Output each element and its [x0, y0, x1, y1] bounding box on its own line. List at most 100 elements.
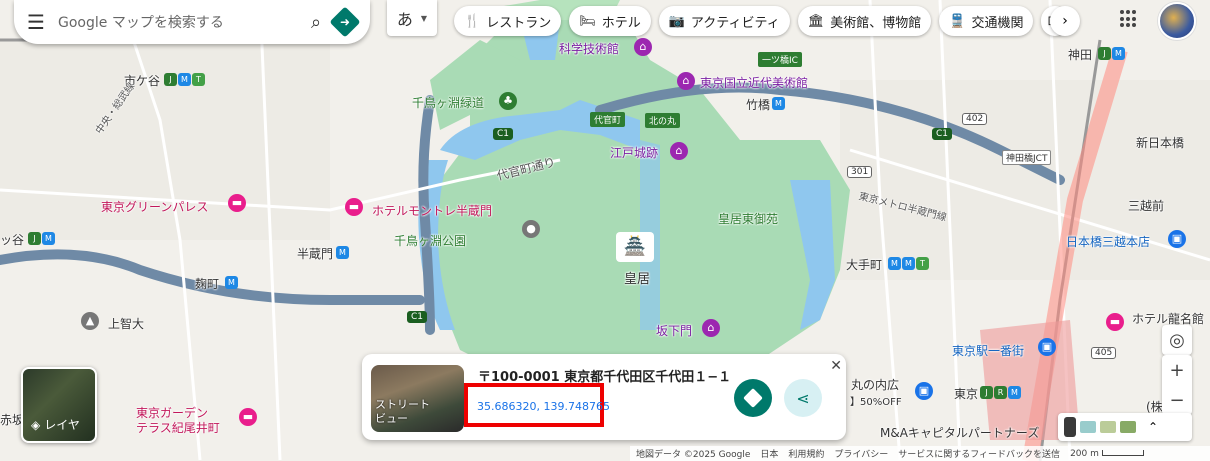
- station-icon: M: [336, 246, 349, 260]
- museum-icon[interactable]: ⌂: [634, 38, 652, 56]
- map-label[interactable]: 大手町: [846, 256, 882, 273]
- map-label[interactable]: 新日本橋: [1136, 134, 1184, 151]
- scale-label[interactable]: 200 m: [1070, 449, 1144, 459]
- chevron-right-icon[interactable]: ›: [1050, 6, 1080, 36]
- my-location-icon: ◎: [1169, 329, 1185, 351]
- map-label[interactable]: 上智大: [108, 315, 144, 332]
- ime-toggle[interactable]: あ ▼: [387, 0, 437, 36]
- imagery-thumb[interactable]: [1120, 421, 1136, 433]
- map-footer: 地図データ ©2025 Google 日本 利用規約 プライバシー サービスに関…: [630, 446, 1210, 461]
- map-label[interactable]: 東京グリーンパレス: [101, 198, 208, 215]
- chip-restaurant[interactable]: 🍴 レストラン: [454, 6, 562, 36]
- pin-icon[interactable]: ●: [522, 220, 540, 238]
- museum-icon[interactable]: ⌂: [677, 72, 695, 90]
- category-chips: 🍴レストラン 🛏ホテル 📷アクティビティ 🏛美術館、博物館 🚆交通機関 ⊞: [454, 6, 1070, 36]
- route-shield-c1: C1: [493, 128, 514, 140]
- jct-label: 神田橋JCT: [1002, 150, 1052, 165]
- map-label[interactable]: 皇居東御苑: [718, 210, 778, 227]
- map-label[interactable]: 東京駅一番街: [952, 342, 1024, 359]
- chevron-down-icon: ▼: [420, 13, 428, 23]
- map-label[interactable]: 千鳥ヶ淵公園: [394, 232, 466, 249]
- map-label: ッ谷: [0, 233, 25, 247]
- map-label[interactable]: M&Aキャピタルパートナーズ: [880, 424, 1039, 441]
- chevron-up-icon[interactable]: ⌃: [1148, 420, 1158, 434]
- directions-icon[interactable]: ➜: [329, 6, 361, 38]
- hotel-icon[interactable]: ▬: [345, 198, 363, 216]
- route-shield-c1: C1: [407, 311, 428, 323]
- station-icon: JMT: [164, 73, 205, 87]
- station-icon: M: [225, 276, 238, 290]
- imagery-thumb[interactable]: [1100, 421, 1116, 433]
- layers-icon: ◈: [31, 417, 41, 432]
- map-label[interactable]: ホテルモントレ半蔵門: [372, 202, 492, 219]
- station-icon: JRM: [980, 386, 1021, 400]
- map-label[interactable]: 東京ガーデン テラス紀尾井町: [136, 406, 220, 436]
- building-icon[interactable]: ▬: [239, 408, 257, 426]
- map-label[interactable]: 江戸城跡: [610, 144, 658, 161]
- restaurant-icon: 🍴: [464, 13, 481, 29]
- map-label[interactable]: 半蔵門: [297, 245, 333, 262]
- shop-icon[interactable]: ▣: [915, 382, 933, 400]
- landmark-icon[interactable]: ⌂: [702, 319, 720, 337]
- map-label[interactable]: 千鳥ヶ淵緑道: [412, 94, 484, 111]
- search-icon[interactable]: ⌕: [298, 4, 334, 40]
- chip-label: レストラン: [486, 15, 552, 31]
- coordinates-link[interactable]: 35.686320, 139.748765: [477, 400, 610, 413]
- map-data-attribution: 地図データ ©2025 Google: [636, 450, 751, 460]
- avatar[interactable]: [1158, 2, 1196, 40]
- chip-activity[interactable]: 📷 アクティビティ: [658, 6, 790, 36]
- zoom-out-button[interactable]: −: [1162, 385, 1192, 415]
- apps-grid-icon[interactable]: [1120, 10, 1138, 28]
- search-input[interactable]: Google マップを検索する: [58, 12, 298, 32]
- my-location-button[interactable]: ◎: [1162, 325, 1192, 355]
- region-link[interactable]: 日本: [760, 447, 778, 460]
- search-box[interactable]: ☰ Google マップを検索する ⌕ ➜: [14, 0, 370, 44]
- map-label[interactable]: 日本橋三越本店: [1066, 233, 1150, 250]
- layers-button[interactable]: ◈ レイヤ: [21, 367, 97, 443]
- station-icon: JM: [1098, 47, 1125, 61]
- route-shield-c1: C1: [932, 128, 953, 140]
- imagery-thumb[interactable]: [1080, 421, 1096, 433]
- map-label[interactable]: 三越前: [1128, 197, 1164, 214]
- landmark-icon[interactable]: ⌂: [670, 142, 688, 160]
- directions-button[interactable]: [734, 379, 772, 417]
- chip-hotel[interactable]: 🛏 ホテル: [569, 6, 651, 36]
- map-label[interactable]: 丸の内広: [851, 376, 899, 393]
- street-view-thumbnail[interactable]: ストリート ビュー: [371, 365, 464, 432]
- camera-icon: 📷: [668, 13, 685, 29]
- university-icon[interactable]: ▲: [81, 312, 99, 330]
- shop-icon[interactable]: ▣: [1038, 338, 1056, 356]
- street-view-label: ストリート ビュー: [375, 398, 430, 425]
- map-label[interactable]: 竹橋: [746, 96, 770, 113]
- feedback-link[interactable]: サービスに関するフィードバックを送信: [898, 447, 1060, 460]
- park-icon[interactable]: ♣: [499, 92, 517, 110]
- route-shield-301: 301: [847, 166, 873, 178]
- privacy-link[interactable]: プライバシー: [834, 447, 888, 460]
- chip-label: 交通機関: [971, 15, 1024, 31]
- share-button[interactable]: ⋖: [784, 379, 822, 417]
- map-label[interactable]: 科学技術館: [559, 40, 619, 57]
- station-icon: JM: [28, 232, 55, 246]
- chip-museum[interactable]: 🏛 美術館、博物館: [797, 6, 932, 36]
- map-label[interactable]: 坂下門: [656, 322, 692, 339]
- close-icon[interactable]: ✕: [830, 358, 842, 374]
- castle-icon[interactable]: 🏯: [616, 232, 654, 262]
- map-label[interactable]: 東京国立近代美術館: [700, 74, 808, 91]
- department-store-icon[interactable]: ▣: [1168, 230, 1186, 248]
- hotel-icon[interactable]: ▬: [1106, 313, 1124, 331]
- route-shield-402: 402: [962, 113, 988, 125]
- terms-link[interactable]: 利用規約: [788, 447, 824, 460]
- directions-icon: [743, 388, 763, 408]
- map-label[interactable]: 神田: [1068, 46, 1092, 63]
- zoom-in-button[interactable]: +: [1162, 355, 1192, 385]
- ic-label: 一ツ橋IC: [758, 52, 802, 67]
- hotel-icon: 🛏: [579, 13, 596, 29]
- menu-icon[interactable]: ☰: [14, 0, 58, 44]
- route-shield-405: 405: [1091, 347, 1117, 359]
- hotel-icon[interactable]: ▬: [228, 194, 246, 212]
- map-label[interactable]: 皇居: [624, 268, 650, 287]
- chip-transit[interactable]: 🚆 交通機関: [939, 6, 1034, 36]
- map-label[interactable]: 麹町: [195, 275, 219, 292]
- map-label[interactable]: 東京: [954, 385, 978, 402]
- pegman-icon[interactable]: [1064, 417, 1076, 437]
